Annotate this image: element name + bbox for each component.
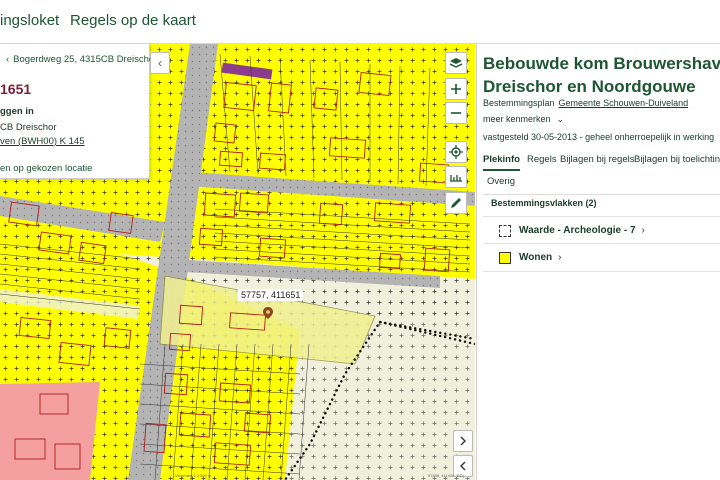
layers-button[interactable] [445,52,467,74]
draw-button[interactable] [445,192,467,214]
municipality-link[interactable]: Gemeente Schouwen-Duiveland [559,98,689,108]
locate-button[interactable] [445,141,467,163]
chevron-left-icon [460,461,466,471]
draw-icon [451,198,461,208]
chevron-right-icon [460,436,466,446]
section-title: Bestemmingsvlakken (2) [491,198,597,208]
more-properties-toggle[interactable]: meer kenmerken ⌄ [483,114,564,125]
list-item-archeologie[interactable]: Waarde - Archeologie - 7 › [483,216,720,244]
parcel-title: 1651 [0,81,32,97]
zoom-to-location-link[interactable]: en op gekozen locatie [0,163,92,174]
back-link[interactable]: ‹ Bogerdweg 25, 4315CB Dreischor [6,54,157,65]
location-pin-icon [263,306,273,324]
plan-title-line-2: Dreischor en Noordgouwe [483,77,696,96]
plan-type-line: Bestemmingsplan Gemeente Schouwen-Duivela… [483,98,688,108]
tab-bijlagen-toelichting[interactable]: Bijlagen bij toelichting [634,154,720,169]
chevron-left-icon: ‹ [6,54,10,65]
zone-gemengd [0,382,100,480]
coordinate-label: 57757, 411651 [238,289,304,301]
chevron-right-icon: › [641,225,645,236]
address-line: CB Dreischor [0,122,57,133]
tab-plekinfo[interactable]: Plekinfo [483,154,520,171]
location-panel: ‹ Bogerdweg 25, 4315CB Dreischor 1651 gge… [0,44,157,179]
plan-title: Bebouwde kom Brouwershaven, Dreischor en… [483,52,720,98]
chevron-down-icon: ⌄ [556,114,565,124]
chevron-left-icon: ‹ [158,56,162,70]
tab-overig[interactable]: Overig [487,176,515,191]
location-label: ggen in [0,106,34,117]
plan-title-line-1: Bebouwde kom Brouwershaven, [483,54,720,73]
cadastral-parcel-link[interactable]: ven (BWH00) K 145 [0,136,84,147]
back-link-label: Bogerdweg 25, 4315CB Dreischor [13,54,158,65]
tabs-divider [483,194,720,195]
plan-status: vastgesteld 30-05-2013 - geheel onherroe… [483,132,715,142]
next-button[interactable] [453,430,473,452]
app-brand[interactable]: ingsloket [0,12,59,29]
measure-icon [450,175,462,182]
chevron-right-icon: › [558,252,562,263]
plan-info-panel: Bebouwde kom Brouwershaven, Dreischor en… [476,44,720,480]
nav-rules-on-map[interactable]: Regels op de kaart [70,12,196,29]
scale-label: Vergroten 1:2.500 m [175,473,212,478]
cursor-coordinates: 57838, 411420 (RD) [428,473,464,478]
list-item-label: Wonen › [519,252,562,263]
legend-swatch [499,225,511,237]
collapse-panel-button[interactable]: ‹ [150,52,170,74]
locate-icon [449,145,463,159]
top-navigation-bar: ingsloket Regels op de kaart [0,0,720,44]
list-item-label: Waarde - Archeologie - 7 › [519,225,645,236]
zoom-out-icon [451,112,461,114]
zoom-in-icon [451,84,461,94]
zoom-in-button[interactable] [445,78,467,100]
layers-icon [449,58,463,68]
zoom-out-button[interactable] [445,102,467,124]
plan-type: Bestemmingsplan [483,98,555,108]
more-properties-label: meer kenmerken [483,114,551,124]
legend-swatch [499,252,511,264]
measure-button[interactable] [445,166,467,188]
list-item-wonen[interactable]: Wonen › [483,244,720,272]
tab-regels[interactable]: Regels [527,154,557,169]
tab-bijlagen-regels[interactable]: Bijlagen bij regels [560,154,634,169]
